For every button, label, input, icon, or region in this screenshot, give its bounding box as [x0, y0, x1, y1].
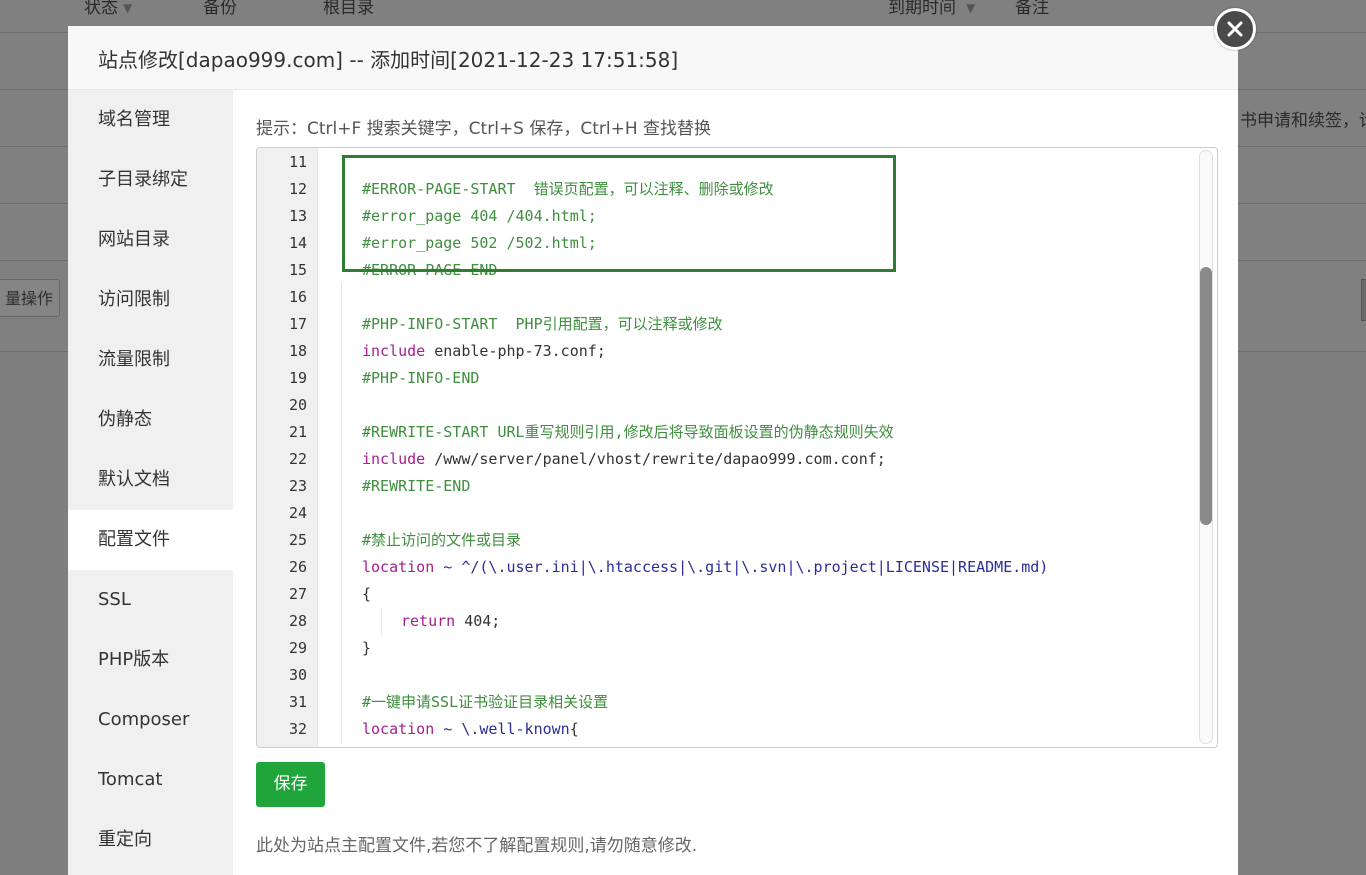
save-button[interactable]: 保存	[256, 762, 325, 807]
line-number: 28	[288, 612, 307, 630]
indent-guide	[341, 284, 342, 744]
code-line-25: #禁止访问的文件或目录	[362, 531, 522, 549]
sidebar-item-domain[interactable]: 域名管理	[68, 90, 233, 150]
sidebar-item-access-limit[interactable]: 访问限制	[68, 270, 233, 330]
code-line-27: {	[362, 585, 372, 603]
close-modal-button[interactable]	[1214, 8, 1256, 50]
modal-title: 站点修改[dapao999.com] -- 添加时间[2021-12-23 17…	[98, 48, 679, 72]
line-number: 13	[288, 207, 307, 225]
code-line-21: #REWRITE-START URL重写规则引用,修改后将导致面板设置的伪静态规…	[362, 423, 894, 441]
line-number: 21	[288, 423, 307, 441]
line-number: 14	[288, 234, 307, 252]
line-number: 27	[288, 585, 307, 603]
sidebar-item-default-doc[interactable]: 默认文档	[68, 450, 233, 510]
line-number: 31	[288, 693, 307, 711]
highlight-annotation-box	[342, 155, 896, 272]
line-number: 20	[288, 396, 307, 414]
code-line-18: include enable-php-73.conf;	[362, 342, 606, 360]
batch-operation-button[interactable]: 量操作	[0, 279, 60, 317]
sidebar-item-redirect[interactable]: 重定向	[68, 810, 233, 870]
chevron-down-icon: ▼	[966, 1, 976, 15]
line-number: 16	[288, 288, 307, 306]
code-line-26: location ~ ^/(\.user.ini|\.htaccess|\.gi…	[362, 558, 1049, 576]
code-line-32: location ~ \.well-known{	[362, 720, 579, 738]
line-number-gutter: 11 12 13 14 15 16 17 18 19 20 21 22 23 2…	[257, 148, 318, 747]
line-number: 23	[288, 477, 307, 495]
line-number: 15	[288, 261, 307, 279]
sidebar-item-traffic-limit[interactable]: 流量限制	[68, 330, 233, 390]
code-line-19: #PHP-INFO-END	[362, 369, 480, 387]
sidebar-item-php-version[interactable]: PHP版本	[68, 630, 233, 690]
line-number: 32	[288, 720, 307, 738]
code-line-17: #PHP-INFO-START PHP引用配置，可以注释或修改	[362, 315, 723, 333]
config-warning-note: 此处为站点主配置文件,若您不了解配置规则,请勿随意修改.	[256, 836, 698, 856]
sidebar-item-rewrite[interactable]: 伪静态	[68, 390, 233, 450]
background-notice: 书申请和续签，请	[1240, 111, 1366, 131]
modal-header: 站点修改[dapao999.com] -- 添加时间[2021-12-23 17…	[68, 26, 1238, 90]
modal-sidebar: 域名管理 子目录绑定 网站目录 访问限制 流量限制 伪静态 默认文档 配置文件 …	[68, 90, 233, 875]
background-right-button[interactable]	[1361, 279, 1366, 321]
sidebar-item-composer[interactable]: Composer	[68, 690, 233, 750]
line-number: 12	[288, 180, 307, 198]
sidebar-item-subdir[interactable]: 子目录绑定	[68, 150, 233, 210]
line-number: 30	[288, 666, 307, 684]
code-line-28: return 404;	[401, 612, 501, 630]
header-status: 状态	[84, 0, 118, 18]
line-number: 29	[288, 639, 307, 657]
editor-scrollbar-thumb[interactable]	[1200, 267, 1212, 525]
code-line-29: }	[362, 639, 372, 657]
line-number: 18	[288, 342, 307, 360]
sidebar-item-config-file[interactable]: 配置文件	[68, 510, 233, 570]
line-number: 24	[288, 504, 307, 522]
close-icon	[1227, 21, 1243, 37]
site-edit-modal: 站点修改[dapao999.com] -- 添加时间[2021-12-23 17…	[68, 26, 1238, 875]
line-number: 11	[288, 153, 307, 171]
editor-tip: 提示：Ctrl+F 搜索关键字，Ctrl+S 保存，Ctrl+H 查找替换	[256, 119, 712, 139]
header-remark: 备注	[1015, 0, 1049, 18]
line-number: 26	[288, 558, 307, 576]
line-number: 17	[288, 315, 307, 333]
line-number: 19	[288, 369, 307, 387]
sidebar-item-site-dir[interactable]: 网站目录	[68, 210, 233, 270]
chevron-down-icon: ▼	[123, 1, 133, 15]
header-root-dir: 根目录	[323, 0, 374, 18]
sidebar-item-ssl[interactable]: SSL	[68, 570, 233, 630]
header-expire-time: 到期时间	[888, 0, 956, 18]
code-line-23: #REWRITE-END	[362, 477, 471, 495]
line-number: 22	[288, 450, 307, 468]
header-backup: 备份	[203, 0, 237, 18]
sidebar-item-tomcat[interactable]: Tomcat	[68, 750, 233, 810]
indent-guide	[381, 608, 382, 635]
code-line-22: include /www/server/panel/vhost/rewrite/…	[362, 450, 886, 468]
code-line-31: #一键申请SSL证书验证目录相关设置	[362, 693, 609, 711]
config-code-editor[interactable]: 11 12 13 14 15 16 17 18 19 20 21 22 23 2…	[256, 147, 1218, 748]
line-number: 25	[288, 531, 307, 549]
